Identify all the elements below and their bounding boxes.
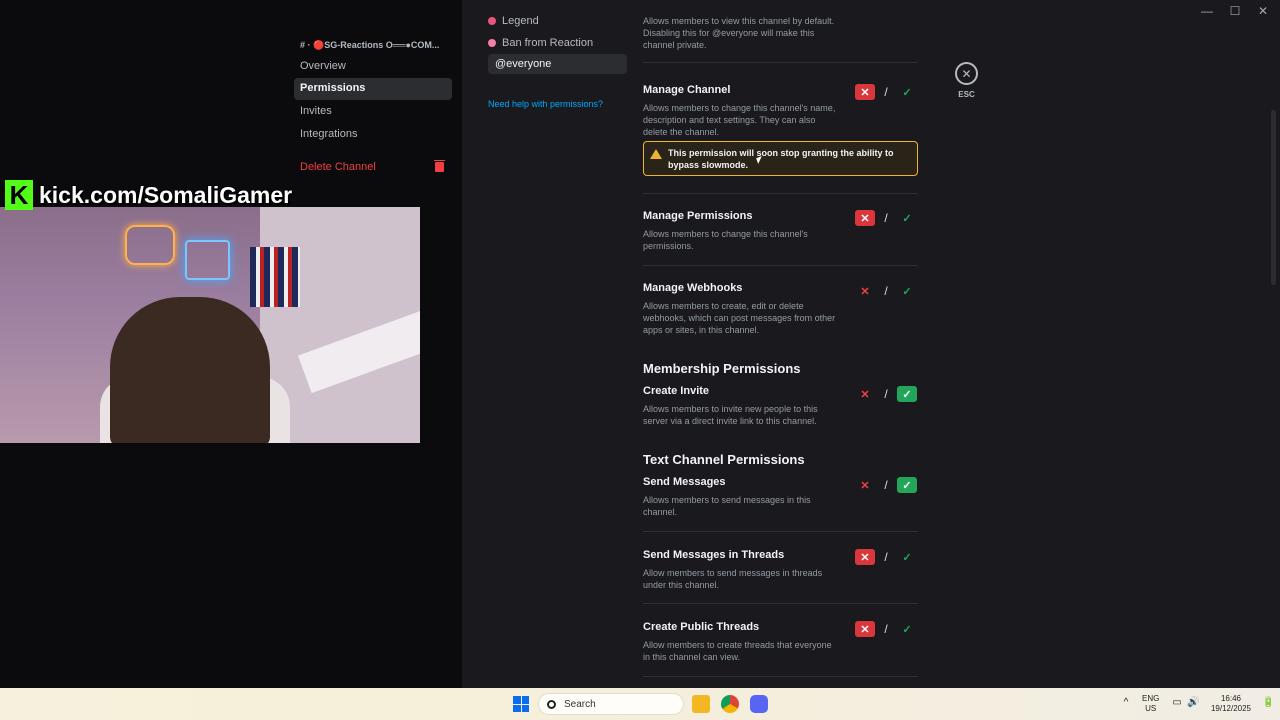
allow-button[interactable]: ✓ xyxy=(897,84,917,100)
sidebar-item-invites[interactable]: Invites xyxy=(294,101,452,123)
time-label: 16:46 xyxy=(1220,694,1242,703)
notification-icon[interactable]: 🔋 xyxy=(1262,698,1274,708)
kick-logo: K xyxy=(5,180,33,210)
network-icon[interactable]: ▭ xyxy=(1171,698,1183,708)
toggle-slash: / xyxy=(884,622,888,636)
deny-button[interactable]: ✕ xyxy=(855,549,875,565)
volume-icon[interactable]: 🔊 xyxy=(1187,698,1199,708)
sidebar-item-integrations[interactable]: Integrations xyxy=(294,124,452,146)
perm-desc: Allows members to change this channel's … xyxy=(643,103,836,137)
perm-desc: Allows members to invite new people to t… xyxy=(643,404,818,426)
divider xyxy=(643,531,918,532)
chrome-icon[interactable] xyxy=(721,695,739,713)
toggle-slash: / xyxy=(884,478,888,492)
role-item-ban[interactable]: Ban from Reaction xyxy=(488,37,593,49)
channel-header: # · 🔴SG-Reactions O══●COM... xyxy=(300,40,440,50)
windows-start-icon[interactable] xyxy=(513,696,529,712)
role-color-dot xyxy=(488,17,496,25)
left-panel: # · 🔴SG-Reactions O══●COM... Overview Pe… xyxy=(0,0,462,688)
language-indicator[interactable]: ENG US xyxy=(1142,694,1159,714)
taskbar: Search ^ ENG US ▭ 🔊 16:46 19/12/2025 🔋 xyxy=(0,688,1280,720)
perm-desc: Allows members to send messages in this … xyxy=(643,495,811,517)
role-label: Ban from Reaction xyxy=(502,37,594,49)
neon-sign xyxy=(125,225,175,265)
scrollbar[interactable] xyxy=(1271,110,1276,285)
kick-overlay: K kick.com/SomaliGamer xyxy=(5,180,292,210)
perm-desc: Allow members to create threads that eve… xyxy=(643,640,832,662)
divider xyxy=(643,265,918,266)
toggle-manage-permissions: ✕ / ✓ xyxy=(855,210,917,226)
toggle-manage-webhooks: ✕ / ✓ xyxy=(855,283,917,299)
search-placeholder: Search xyxy=(564,698,596,710)
sidebar-item-permissions[interactable]: Permissions xyxy=(294,78,452,100)
webcam-overlay xyxy=(0,207,420,443)
perm-desc: Allows members to view this channel by d… xyxy=(643,16,835,50)
divider xyxy=(643,62,918,63)
allow-button[interactable]: ✓ xyxy=(897,549,917,565)
warning-banner: This permission will soon stop granting … xyxy=(643,141,918,176)
toggle-slash: / xyxy=(884,211,888,225)
maximize-button[interactable]: ☐ xyxy=(1228,4,1242,18)
esc-label: ESC xyxy=(958,90,975,99)
deny-button[interactable]: ✕ xyxy=(855,386,875,402)
deny-button[interactable]: ✕ xyxy=(855,621,875,637)
allow-button[interactable]: ✓ xyxy=(897,621,917,637)
deny-button[interactable]: ✕ xyxy=(855,283,875,299)
allow-button[interactable]: ✓ xyxy=(897,477,917,493)
kick-url: kick.com/SomaliGamer xyxy=(39,181,293,208)
toggle-create-public-threads: ✕ / ✓ xyxy=(855,621,917,637)
role-item-legend[interactable]: Legend xyxy=(488,15,539,27)
help-link[interactable]: Need help with permissions? xyxy=(488,99,603,109)
jersey xyxy=(250,247,300,307)
clock[interactable]: 16:46 19/12/2025 xyxy=(1208,694,1254,714)
role-label: Legend xyxy=(502,15,539,27)
warning-text: This permission will soon stop granting … xyxy=(668,148,894,170)
divider xyxy=(643,676,918,677)
divider xyxy=(643,603,918,604)
warning-icon xyxy=(650,149,662,159)
section-membership: Membership Permissions xyxy=(643,361,801,376)
person xyxy=(110,297,270,443)
discord-icon[interactable] xyxy=(750,695,768,713)
toggle-create-invite: ✕ / ✓ xyxy=(855,386,917,402)
toggle-slash: / xyxy=(884,550,888,564)
close-button[interactable]: ✕ xyxy=(1256,4,1270,18)
toggle-send-messages-threads: ✕ / ✓ xyxy=(855,549,917,565)
perm-desc: Allow members to send messages in thread… xyxy=(643,568,823,590)
minimize-button[interactable]: — xyxy=(1200,4,1214,18)
perm-view-channel-desc: Allows members to view this channel by d… xyxy=(643,15,918,51)
role-item-everyone[interactable]: @everyone xyxy=(488,54,627,74)
taskbar-search[interactable]: Search xyxy=(538,693,684,715)
deny-button[interactable]: ✕ xyxy=(855,210,875,226)
sidebar-item-overview[interactable]: Overview xyxy=(294,56,452,78)
toggle-manage-channel: ✕ / ✓ xyxy=(855,84,917,100)
neon-flag xyxy=(185,240,230,280)
toggle-send-messages: ✕ / ✓ xyxy=(855,477,917,493)
close-icon[interactable]: ✕ xyxy=(955,62,978,85)
window-controls: — ☐ ✕ xyxy=(1200,4,1270,18)
section-text-channel: Text Channel Permissions xyxy=(643,452,805,467)
delete-channel-button[interactable]: Delete Channel xyxy=(294,157,452,179)
lang-label: ENG xyxy=(1142,694,1160,703)
toggle-slash: / xyxy=(884,85,888,99)
allow-button[interactable]: ✓ xyxy=(897,386,917,402)
role-color-dot xyxy=(488,39,496,47)
perm-desc: Allows members to change this channel's … xyxy=(643,229,808,251)
file-explorer-icon[interactable] xyxy=(692,695,710,713)
deny-button[interactable]: ✕ xyxy=(855,84,875,100)
date-label: 19/12/2025 xyxy=(1210,704,1252,713)
toggle-slash: / xyxy=(884,387,888,401)
toggle-slash: / xyxy=(884,284,888,298)
allow-button[interactable]: ✓ xyxy=(897,283,917,299)
trash-icon[interactable] xyxy=(434,160,445,172)
search-icon xyxy=(547,699,556,709)
tray-overflow-icon[interactable]: ^ xyxy=(1120,698,1132,708)
perm-desc: Allows members to create, edit or delete… xyxy=(643,301,836,335)
deny-button[interactable]: ✕ xyxy=(855,477,875,493)
allow-button[interactable]: ✓ xyxy=(897,210,917,226)
region-label: US xyxy=(1145,704,1157,713)
divider xyxy=(643,193,918,194)
